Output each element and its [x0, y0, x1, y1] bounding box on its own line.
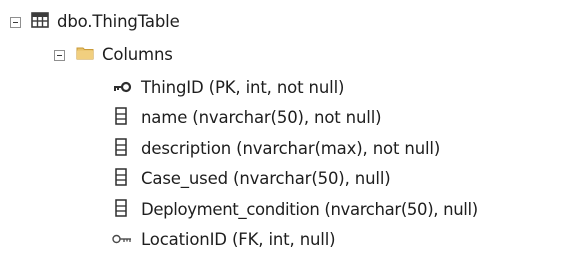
columns-folder-label: Columns: [102, 45, 173, 64]
column-icon: [112, 168, 130, 190]
object-explorer-tree: dbo.ThingTable Columns ThingID (PK, int,…: [0, 0, 574, 270]
column-label: LocationID (FK, int, null): [141, 230, 336, 249]
collapse-toggle-icon[interactable]: [54, 49, 65, 61]
tree-node-column[interactable]: LocationID (FK, int, null): [112, 228, 336, 252]
collapse-toggle-icon[interactable]: [10, 16, 21, 28]
column-icon: [112, 138, 130, 160]
tree-node-columns-folder[interactable]: Columns: [54, 43, 173, 67]
tree-node-column[interactable]: name (nvarchar(50), not null): [112, 106, 382, 130]
column-icon: [112, 107, 130, 129]
column-icon: [112, 199, 130, 221]
tree-node-column[interactable]: description (nvarchar(max), not null): [112, 137, 440, 161]
table-icon: [31, 12, 49, 32]
primary-key-icon: [112, 79, 132, 98]
column-label: Case_used (nvarchar(50), null): [141, 169, 391, 188]
folder-icon: [76, 45, 94, 65]
tree-node-column[interactable]: ThingID (PK, int, not null): [112, 76, 344, 100]
column-label: ThingID (PK, int, not null): [141, 78, 345, 97]
column-label: description (nvarchar(max), not null): [141, 139, 441, 158]
tree-node-column[interactable]: Case_used (nvarchar(50), null): [112, 167, 391, 191]
foreign-key-icon: [112, 231, 132, 250]
column-label: Deployment_condition (nvarchar(50), null…: [141, 200, 478, 219]
column-label: name (nvarchar(50), not null): [141, 108, 382, 127]
tree-node-column[interactable]: Deployment_condition (nvarchar(50), null…: [112, 198, 478, 222]
tree-node-table[interactable]: dbo.ThingTable: [10, 10, 180, 34]
table-name-label: dbo.ThingTable: [57, 12, 180, 31]
